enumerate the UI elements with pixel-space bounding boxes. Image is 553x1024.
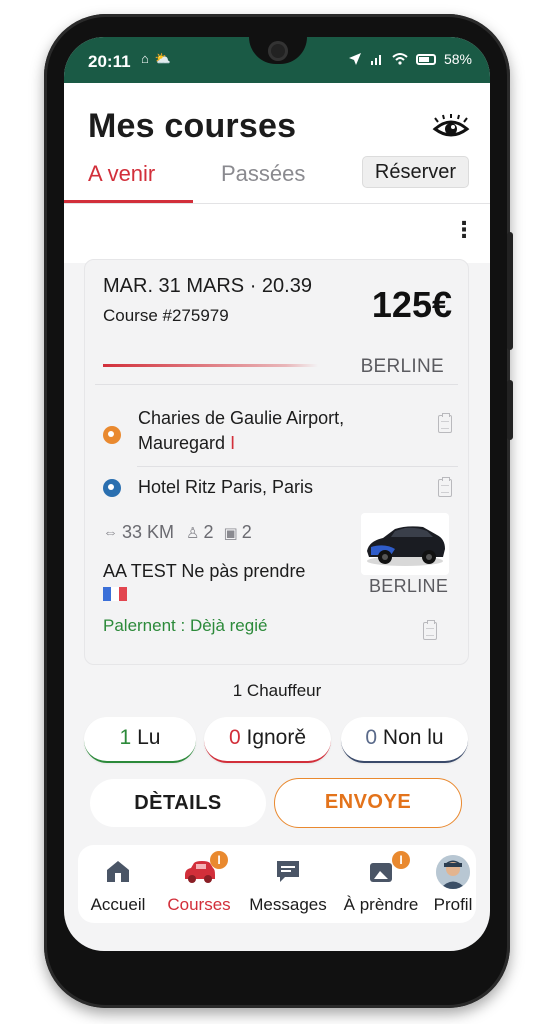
luggage-count: 2 xyxy=(241,522,252,542)
nav-messages[interactable]: Messages xyxy=(246,845,330,923)
destination-dot-icon xyxy=(103,479,121,497)
passenger-name: AA TEST Ne pàs prendre xyxy=(103,561,306,581)
avatar-image xyxy=(436,855,470,889)
distance-icon: ⇔ xyxy=(103,524,118,541)
copy-icon[interactable] xyxy=(438,477,452,497)
chauffeur-count: 1 Chauffeur xyxy=(232,681,322,700)
signal-icon xyxy=(370,55,381,65)
avatar xyxy=(436,855,470,889)
reserve-button[interactable]: Réserver xyxy=(362,156,469,188)
course-number: Course #275979 xyxy=(103,306,229,325)
tab-past[interactable]: Passées xyxy=(221,161,305,187)
nav-label-to-take: À prèndre xyxy=(343,895,419,914)
pickup-line-2: Mauregard xyxy=(138,433,226,453)
read-count: 1 xyxy=(119,726,132,749)
power-button xyxy=(507,380,513,440)
distance: 33 KM xyxy=(122,522,175,542)
notification-icons: ⌂ ⛅ xyxy=(141,51,172,66)
ignored-label: Ignorě xyxy=(246,726,307,749)
nav-to-take[interactable]: I À prèndre xyxy=(336,845,426,923)
passenger-icon: ♙ xyxy=(186,524,200,542)
read-label: Lu xyxy=(137,726,161,749)
status-bar: 20:11 ⌂ ⛅ 58% xyxy=(64,37,490,83)
app-screen: 20:11 ⌂ ⛅ 58% Mes courses A venir Passée… xyxy=(64,37,490,951)
location-icon xyxy=(348,53,361,65)
ignored-count: 0 xyxy=(228,726,241,749)
page-title: Mes courses xyxy=(88,107,297,145)
details-button[interactable]: DÈTAILS xyxy=(90,779,266,827)
pickup-address: Charies de Gaulie Airport, Mauregard I xyxy=(138,406,344,456)
unread-count: 0 xyxy=(365,726,378,749)
ride-card[interactable]: MAR. 31 MARS · 20.39 Course #275979 125€… xyxy=(84,259,469,665)
battery-percent: 58% xyxy=(443,51,472,67)
camera-notch xyxy=(249,37,307,64)
car-image xyxy=(361,513,449,575)
vehicle-image xyxy=(361,513,449,575)
nav-profile[interactable]: Profil xyxy=(424,845,482,923)
pickup-dot-icon xyxy=(103,426,121,444)
destination-address: Hotel Ritz Paris, Paris xyxy=(138,477,314,497)
pickup-accent: I xyxy=(230,433,236,453)
ignored-pill[interactable]: 0 Ignorě xyxy=(204,717,331,763)
sent-button[interactable]: ENVOYE xyxy=(274,778,462,828)
nav-label-courses: Courses xyxy=(167,895,231,914)
accent-bar xyxy=(103,364,318,367)
wifi-icon xyxy=(392,53,408,65)
copy-icon[interactable] xyxy=(423,620,437,640)
unread-pill[interactable]: 0 Non lu xyxy=(341,717,468,763)
read-pill[interactable]: 1 Lu xyxy=(84,717,196,763)
to-take-badge: I xyxy=(392,851,410,869)
nav-label-home: Accueil xyxy=(90,895,146,914)
luggage-icon: ▣ xyxy=(223,524,238,542)
copy-icon[interactable] xyxy=(438,413,452,433)
payment-status: Palernent : Dèjà regié xyxy=(103,616,268,635)
ride-price: 125€ xyxy=(371,284,452,325)
passenger-count: 2 xyxy=(203,522,214,542)
header: Mes courses A venir Passées Réserver ⋮ xyxy=(64,83,490,263)
tab-upcoming[interactable]: A venir xyxy=(88,161,155,187)
courses-badge: I xyxy=(210,851,228,869)
france-flag-icon xyxy=(103,587,127,601)
vertical-dots-icon[interactable]: ⋮ xyxy=(452,215,476,245)
ride-meta: ⇔ 33 KM ♙ 2 ▣ 2 xyxy=(103,522,252,543)
message-icon xyxy=(277,861,299,882)
system-icons: 58% xyxy=(348,51,472,67)
eye-icon[interactable] xyxy=(432,113,470,143)
divider xyxy=(137,466,458,467)
nav-home[interactable]: Accueil xyxy=(78,845,158,923)
nav-label-messages: Messages xyxy=(249,895,327,914)
ride-date: MAR. 31 MARS · 20.39 xyxy=(103,275,312,297)
battery-icon xyxy=(415,53,436,65)
pickup-line-1: Charies de Gaulie Airport, xyxy=(138,408,345,428)
nav-courses[interactable]: I Courses xyxy=(154,845,244,923)
unread-label: Non lu xyxy=(382,726,444,749)
home-icon xyxy=(107,861,129,882)
tab-divider xyxy=(64,203,490,204)
vehicle-class: BERLINE xyxy=(360,356,444,377)
vehicle-label: BERLINE xyxy=(369,576,449,596)
bottom-navigation: Accueil I Courses Messages I À prèndre P… xyxy=(78,845,476,923)
divider xyxy=(95,384,458,385)
nav-label-profile: Profil xyxy=(433,895,473,914)
volume-button xyxy=(507,232,513,350)
status-time: 20:11 xyxy=(88,52,131,71)
